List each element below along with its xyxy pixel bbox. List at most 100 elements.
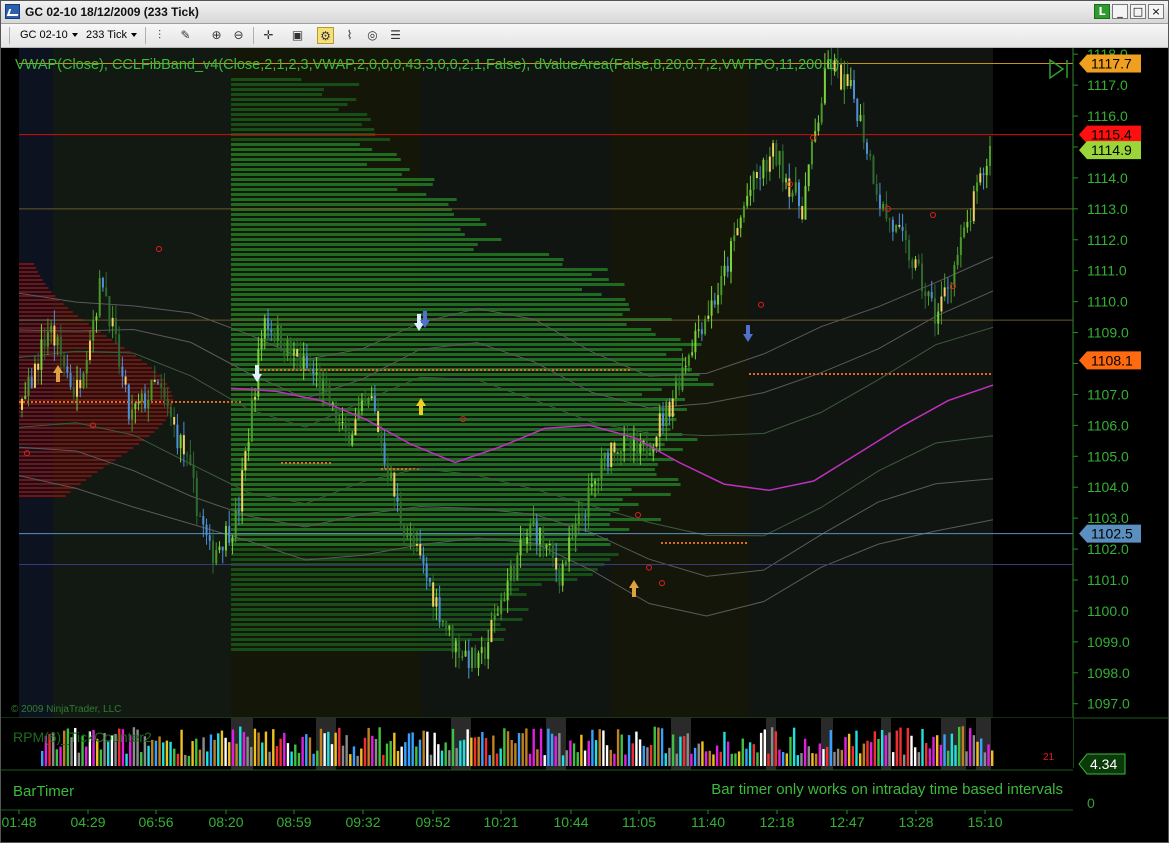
tick-count-bar (481, 731, 484, 766)
profile-bar (231, 228, 461, 231)
value-label-text: 4.34 (1090, 756, 1117, 772)
candle-body (357, 410, 360, 420)
tick-count-bar (396, 750, 400, 766)
candle-body (43, 339, 46, 347)
price-tag-text: 1108.1 (1091, 352, 1133, 368)
interval-selector[interactable]: 233 Tick (83, 27, 140, 44)
time-tick-label: 09:52 (415, 814, 450, 830)
drawing-tool-icon[interactable]: ✎ (177, 27, 194, 44)
time-tick-label: 12:18 (759, 814, 794, 830)
red-profile-bar (19, 427, 159, 429)
candle-body (658, 413, 661, 437)
candle-body (594, 480, 597, 484)
crosshair-icon[interactable]: ✛ (260, 27, 277, 44)
candle-body (752, 171, 755, 190)
red-profile-bar (19, 339, 113, 341)
candle-body (755, 171, 758, 179)
tick-count-bar (191, 741, 194, 766)
time-tick-label: 13:28 (898, 814, 933, 830)
tick-count-bar (888, 732, 891, 766)
candle-body (943, 287, 946, 297)
candle-body (199, 515, 202, 517)
candle-body (538, 527, 541, 545)
tick-count-bar (154, 740, 158, 766)
tick-count-bar (341, 745, 345, 766)
tick-count-bar (477, 736, 480, 766)
data-box-icon[interactable]: ☰ (387, 27, 404, 44)
instrument-selector[interactable]: GC 02-10 (17, 27, 81, 44)
title-bar[interactable]: GC 02-10 18/12/2009 (233 Tick) L _ □ × (1, 1, 1168, 24)
red-profile-bar (19, 387, 170, 389)
close-button[interactable]: × (1148, 4, 1164, 19)
tick-count-bar (822, 749, 825, 766)
candle-body (853, 79, 856, 99)
tick-count-bar (671, 734, 675, 766)
candle-body (445, 620, 448, 630)
tick-count-bar (877, 738, 880, 766)
time-tick-label: 11:40 (691, 814, 725, 830)
profile-bar (231, 628, 506, 631)
tick-count-bar (187, 755, 191, 766)
tick-count-bar (910, 735, 913, 766)
tick-count-bar (301, 736, 304, 766)
candle-body (526, 537, 529, 544)
tick-count-bar (349, 754, 352, 766)
candle-body (645, 440, 648, 455)
bar-type-icon[interactable]: ⫶ (151, 27, 168, 44)
candle-body (590, 483, 593, 487)
candle-body (454, 640, 457, 653)
tick-count-bar (429, 754, 433, 766)
candle-body (555, 557, 558, 570)
tick-count-bar (261, 742, 264, 766)
candle-body (697, 329, 700, 331)
zoom-in-icon[interactable]: ⊕ (208, 27, 225, 44)
indicators-icon[interactable]: ⌇ (341, 27, 358, 44)
candle-body (759, 178, 762, 180)
candle-body (347, 432, 350, 445)
candle-body (108, 295, 111, 327)
tick-count-bar (719, 751, 722, 766)
tick-count-bar (598, 729, 601, 766)
candle-body (354, 419, 357, 436)
candle-body (147, 400, 150, 409)
profile-bar (231, 463, 658, 466)
candle-body (862, 114, 865, 143)
profile-bar (231, 88, 324, 91)
price-tag-text: 1102.5 (1091, 526, 1133, 542)
tick-count-bar (459, 740, 462, 766)
tick-count-bar (587, 740, 590, 766)
candle-body (458, 640, 461, 658)
tick-count-bar (305, 734, 308, 766)
tick-count-bar (668, 747, 671, 766)
strategy-icon[interactable]: ⚙ (317, 27, 334, 44)
tick-count-bar (268, 751, 271, 766)
tick-count-bar (616, 729, 620, 766)
profile-bar (231, 238, 502, 241)
tick-count-bar (382, 754, 385, 766)
tick-count-bar (334, 732, 337, 766)
candle-body (720, 276, 723, 296)
zoom-out-icon[interactable]: ⊖ (230, 27, 247, 44)
copyright-text: © 2009 NinjaTrader, LLC (11, 704, 121, 715)
toolbar-separator (145, 27, 146, 44)
candle-body (419, 544, 422, 556)
market-analyzer-icon[interactable]: ◎ (364, 27, 381, 44)
arrow-shaft (746, 325, 750, 334)
tick-count-bar (781, 752, 785, 766)
candle-body (260, 338, 263, 350)
candle-body (292, 349, 295, 356)
candle-body (924, 291, 927, 297)
tick-count-bar (99, 749, 103, 766)
link-button[interactable]: L (1094, 4, 1110, 19)
minimize-button[interactable]: _ (1112, 4, 1128, 19)
properties-icon[interactable]: ▣ (289, 27, 306, 44)
candle-body (66, 366, 69, 373)
tick-count-bar (759, 732, 763, 766)
candle-body (328, 385, 331, 407)
tick-count-bar (946, 750, 950, 766)
tick-count-bar (550, 733, 554, 766)
candle-body (163, 387, 166, 399)
maximize-button[interactable]: □ (1130, 4, 1146, 19)
price-chart[interactable]: VWAP(Close), CCLFibBand_v4(Close,2,1,2,3… (1, 48, 1168, 842)
chart-window: GC 02-10 18/12/2009 (233 Tick) L _ □ × G… (0, 0, 1169, 843)
